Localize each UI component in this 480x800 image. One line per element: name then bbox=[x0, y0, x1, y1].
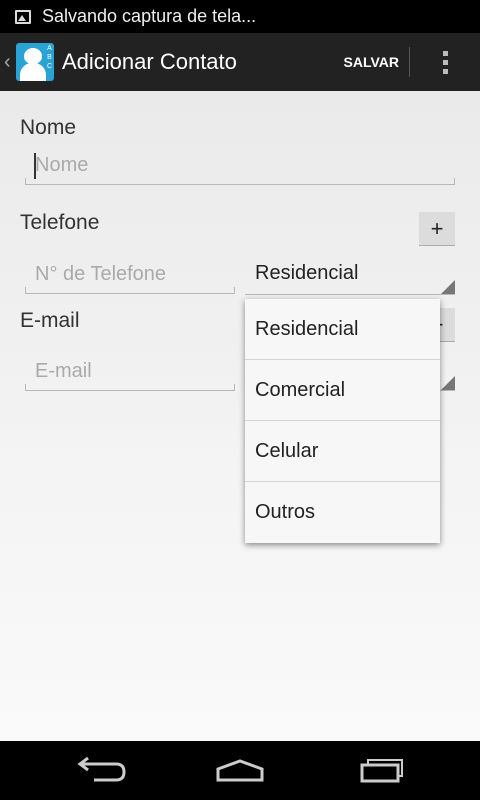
back-icon[interactable] bbox=[60, 741, 140, 800]
phone-label: Telefone bbox=[20, 211, 100, 234]
save-button[interactable]: SALVAR bbox=[334, 33, 409, 91]
phone-field[interactable]: N° de Telefone bbox=[25, 260, 235, 294]
status-text: Salvando captura de tela... bbox=[42, 6, 257, 26]
recent-apps-icon[interactable] bbox=[340, 741, 420, 800]
spinner-arrow-icon bbox=[441, 280, 455, 294]
dropdown-option-outros[interactable]: Outros bbox=[245, 482, 440, 543]
phone-type-dropdown: Residencial Comercial Celular Outros bbox=[245, 299, 440, 543]
name-label: Nome bbox=[20, 116, 77, 139]
phone-placeholder: N° de Telefone bbox=[35, 263, 167, 285]
name-placeholder: Nome bbox=[35, 154, 89, 176]
add-phone-button[interactable]: + bbox=[419, 212, 455, 246]
up-caret-icon[interactable]: ‹ bbox=[4, 51, 14, 74]
email-label: E-mail bbox=[20, 309, 80, 332]
dropdown-option-residencial[interactable]: Residencial bbox=[245, 299, 440, 360]
spinner-arrow-icon bbox=[441, 376, 455, 390]
phone-type-value: Residencial bbox=[255, 262, 359, 284]
dropdown-option-comercial[interactable]: Comercial bbox=[245, 360, 440, 421]
name-field[interactable]: Nome bbox=[25, 151, 455, 185]
home-icon[interactable] bbox=[200, 741, 280, 800]
image-icon bbox=[15, 9, 31, 24]
overflow-menu-icon[interactable] bbox=[410, 33, 480, 91]
phone-type-spinner[interactable]: Residencial bbox=[245, 257, 455, 295]
dropdown-option-celular[interactable]: Celular bbox=[245, 421, 440, 482]
navigation-bar bbox=[0, 741, 480, 800]
email-field[interactable]: E-mail bbox=[25, 357, 235, 391]
action-bar: ‹ A B C Adicionar Contato SALVAR bbox=[0, 33, 480, 91]
page-title: Adicionar Contato bbox=[62, 49, 237, 74]
app-icon[interactable]: A B C bbox=[16, 43, 54, 81]
email-placeholder: E-mail bbox=[35, 360, 92, 382]
status-bar: Salvando captura de tela... bbox=[0, 0, 480, 33]
